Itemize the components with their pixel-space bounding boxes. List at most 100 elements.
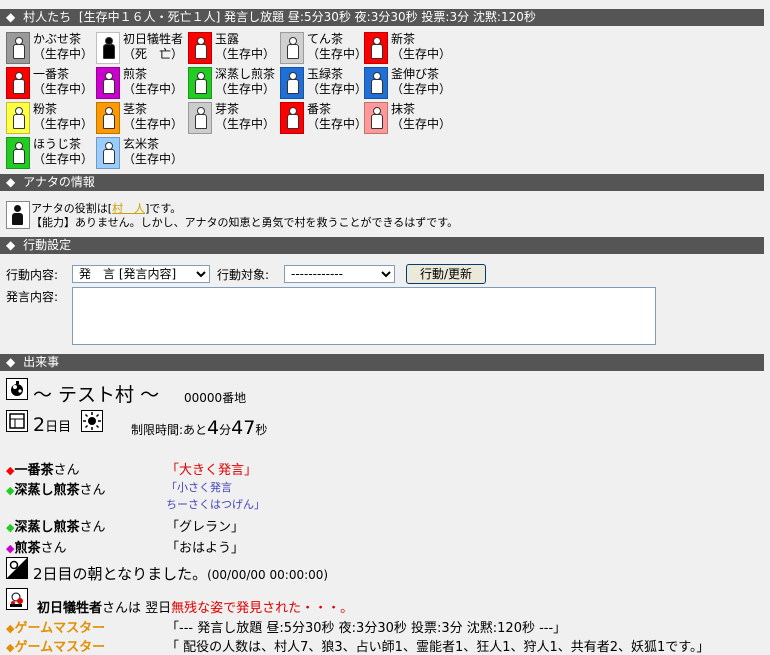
diamond-icon: ◆ [6,10,16,24]
message-line: 「グレラン」 [166,520,245,535]
action-target-label: 行動対象: [217,268,270,282]
villagers-header: ◆ 村人たち [生存中１６人・死亡１人] 発言し放題 昼:5分30秒 夜:3分3… [0,9,764,26]
villager-status: （生存中） [391,117,452,131]
villager-card: 初日犠牲者 （死 亡） [96,31,186,65]
victim-name: 初日犠牲者 [37,601,103,616]
villager-card: 煎茶 （生存中） [96,66,186,100]
villager-status: （生存中） [307,117,368,131]
events-title: 出来事 [23,355,60,369]
message-body: 「大きく発言」 [166,459,257,478]
villager-name: 釜伸び茶 [391,67,440,81]
villager-avatar-icon [188,67,212,99]
speaker-name: 一番茶 [14,463,54,478]
day-unit: 日目 [45,420,72,435]
villager-name: 新茶 [391,32,416,46]
gm-text: 「 配役の人数は、村人7、狼3、占い師1、霊能者1、狂人1、狩人1、共有者2、妖… [166,640,710,655]
villager-card: 深蒸し煎茶 （生存中） [188,66,278,100]
villager-card: 一番茶 （生存中） [6,66,96,100]
gm-name-text: ゲームマスター [14,621,106,636]
villager-name: 茎茶 [123,102,148,116]
morning-icon [6,557,28,579]
info-title: アナタの情報 [23,175,95,189]
info-header: ◆ アナタの情報 [0,174,764,191]
morning-message: 2日目の朝となりました。(00/00/00 00:00:00) [33,563,328,584]
chat-message: ◆一番茶さん 「大きく発言」 [6,459,706,478]
villager-status: （生存中） [33,117,94,131]
morning-text: 2日目の朝となりました。 [33,565,208,583]
villager-avatar-icon [6,102,30,134]
villager-name: 玉露 [215,32,240,46]
action-target-select[interactable]: ------------ [284,265,395,283]
speaker-suffix: さん [79,483,106,498]
villager-avatar-icon [6,137,30,169]
victim-found: 無残な姿で発見された・・・。 [171,601,354,616]
villager-name: ほうじ茶 [33,137,82,151]
role-ability: 【能力】ありません。しかし、アナタの知恵と勇気で村を救うことができるはずです。 [31,216,459,229]
villager-status: （生存中） [307,47,368,61]
speaker-suffix: さん [53,463,80,478]
villager-status: （生存中） [307,82,368,96]
speaker-name: 深蒸し煎茶 [14,520,80,535]
submit-button[interactable]: 行動/更新 [406,264,486,284]
villager-avatar-icon [96,32,120,64]
villager-name: 芽茶 [215,102,240,116]
villager-name: 玉緑茶 [307,67,344,81]
villager-name: 粉茶 [33,102,58,116]
villager-card: 芽茶 （生存中） [188,101,278,135]
victim-message: 初日犠牲者さんは 翌日無残な姿で発見された・・・。 [37,597,353,616]
diamond-icon: ◆ [6,175,16,189]
villager-name: 玄米茶 [123,137,160,151]
villager-status: （生存中） [391,47,452,61]
villager-card: 抹茶 （生存中） [364,101,454,135]
speech-label: 発言内容: [6,290,59,304]
limit-seconds: 47 [231,417,256,439]
villager-status: （生存中） [33,82,94,96]
gm-message: ◆ゲームマスター 「--- 発言し放題 昼:5分30秒 夜:3分30秒 投票:3分… [6,617,566,636]
villager-avatar-icon [188,32,212,64]
villager-avatar-icon [280,67,304,99]
calendar-icon [6,410,28,432]
day-label: 2日目 [33,414,71,436]
villager-card: 釜伸び茶 （生存中） [364,66,454,100]
villager-status: （生存中） [33,47,94,61]
chat-message: ◆煎茶さん 「おはよう」 [6,537,706,556]
village-address: 00000番地 [184,391,247,405]
villager-status: （死 亡） [123,47,184,61]
victim-icon [6,588,28,610]
message-body: 「おはよう」 [166,537,244,556]
villager-status: （生存中） [391,82,452,96]
villager-status: （生存中） [123,117,184,131]
message-line: 「小さく発言 [166,481,232,494]
gm-message: ◆ゲームマスター 「 配役の人数は、村人7、狼3、占い師1、霊能者1、狂人1、狩人… [6,636,710,655]
villager-avatar-icon [96,102,120,134]
villager-card: かぶせ茶 （生存中） [6,31,96,65]
message-line: ちーさくはつげん」 [166,498,265,511]
villager-name: 番茶 [307,102,332,116]
victim-suffix: さんは 翌日 [102,601,172,616]
action-content-select[interactable]: 発 言 [発言内容] [72,265,210,283]
villager-avatar-icon [6,67,30,99]
villager-avatar-icon [364,32,388,64]
villager-status: （生存中） [123,152,184,166]
message-body: 「グレラン」 [166,516,244,535]
action-header: ◆ 行動設定 [0,237,764,254]
message-body: 「小さく発言ちーさくはつげん」 [166,479,265,513]
limit-min-unit: 分 [219,423,232,437]
gm-text: 「--- 発言し放題 昼:5分30秒 夜:3分30秒 投票:3分 沈黙:120秒… [166,621,567,636]
action-content-label: 行動内容: [6,268,59,282]
villager-card: 新茶 （生存中） [364,31,454,65]
villager-card: 玉露 （生存中） [188,31,278,65]
limit-minutes: 4 [207,417,220,439]
villager-avatar-icon [188,102,212,134]
villager-name: 初日犠牲者 [123,32,184,46]
villager-name: てん茶 [307,32,344,46]
message-line: 「大きく発言」 [166,463,258,478]
village-icon [6,378,28,400]
chat-message: ◆深蒸し煎茶さん 「小さく発言 ちーさくはつげん」 [6,479,706,511]
sun-icon [81,410,103,432]
gm-name-text: ゲームマスター [14,640,106,655]
villager-name: 抹茶 [391,102,416,116]
speech-textarea[interactable] [72,287,656,345]
villagers-title: 村人たち [23,10,72,24]
villager-card: てん茶 （生存中） [280,31,370,65]
